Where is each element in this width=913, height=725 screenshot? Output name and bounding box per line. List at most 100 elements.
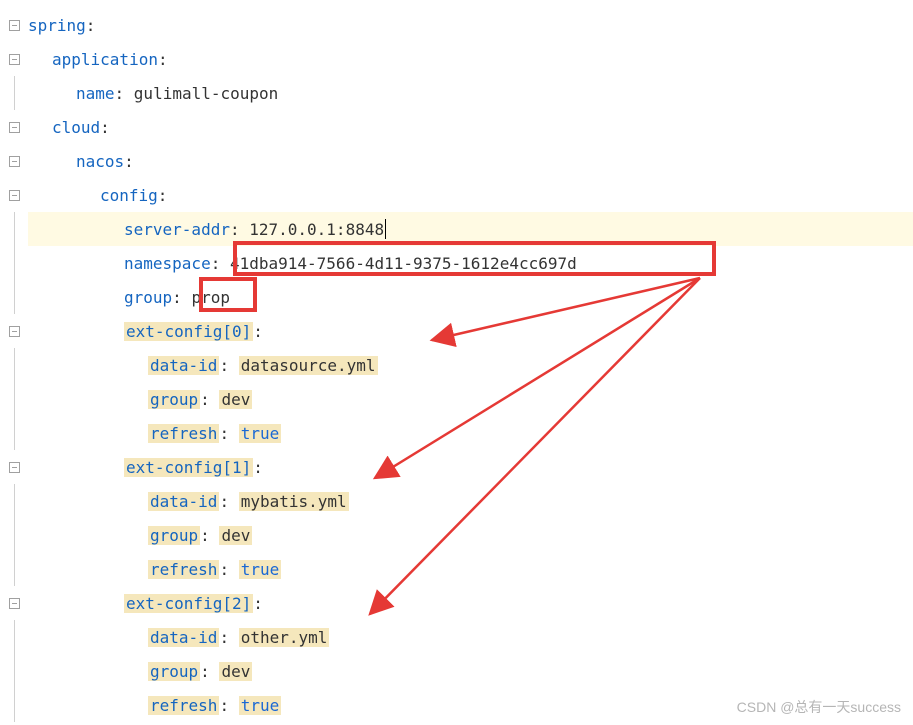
- yaml-colon: :: [219, 492, 238, 511]
- fold-guide: [14, 246, 15, 280]
- code-line[interactable]: refresh: true: [28, 688, 913, 722]
- yaml-colon: :: [200, 390, 219, 409]
- code-line[interactable]: ext-config[2]:: [28, 586, 913, 620]
- fold-guide: [14, 212, 15, 246]
- fold-guide: [14, 382, 15, 416]
- yaml-key: refresh: [148, 696, 219, 715]
- fold-guide: [14, 280, 15, 314]
- yaml-colon: :: [253, 458, 263, 477]
- code-line[interactable]: cloud:: [28, 110, 913, 144]
- yaml-colon: :: [219, 424, 238, 443]
- yaml-key: group: [148, 662, 200, 681]
- yaml-colon: :: [158, 186, 168, 205]
- code-line[interactable]: name: gulimall-coupon: [28, 76, 913, 110]
- yaml-key: application: [52, 50, 158, 69]
- fold-guide: [14, 552, 15, 586]
- yaml-key: data-id: [148, 492, 219, 511]
- code-line[interactable]: nacos:: [28, 144, 913, 178]
- fold-guide: [14, 688, 15, 722]
- code-line[interactable]: data-id: other.yml: [28, 620, 913, 654]
- yaml-colon: :: [219, 696, 238, 715]
- yaml-key: data-id: [148, 628, 219, 647]
- yaml-colon: :: [230, 220, 249, 239]
- yaml-value: 41dba914-7566-4d11-9375-1612e4cc697d: [230, 254, 577, 273]
- fold-icon[interactable]: [9, 156, 20, 167]
- yaml-colon: :: [219, 356, 238, 375]
- yaml-value: dev: [219, 526, 252, 545]
- code-line[interactable]: config:: [28, 178, 913, 212]
- yaml-colon: :: [253, 594, 263, 613]
- code-line[interactable]: refresh: true: [28, 552, 913, 586]
- yaml-key: refresh: [148, 560, 219, 579]
- yaml-key: cloud: [52, 118, 100, 137]
- code-line[interactable]: group: dev: [28, 382, 913, 416]
- fold-icon[interactable]: [9, 598, 20, 609]
- yaml-value: true: [239, 696, 282, 715]
- fold-icon[interactable]: [9, 326, 20, 337]
- yaml-key: spring: [28, 16, 86, 35]
- yaml-colon: :: [219, 628, 238, 647]
- fold-guide: [14, 416, 15, 450]
- code-line[interactable]: data-id: mybatis.yml: [28, 484, 913, 518]
- yaml-colon: :: [200, 662, 219, 681]
- code-line[interactable]: ext-config[0]:: [28, 314, 913, 348]
- code-line[interactable]: group: prop: [28, 280, 913, 314]
- yaml-value: true: [239, 560, 282, 579]
- code-line[interactable]: namespace: 41dba914-7566-4d11-9375-1612e…: [28, 246, 913, 280]
- code-line-current[interactable]: server-addr: 127.0.0.1:8848: [28, 212, 913, 246]
- fold-guide: [14, 620, 15, 654]
- code-line[interactable]: refresh: true: [28, 416, 913, 450]
- yaml-key: server-addr: [124, 220, 230, 239]
- text-cursor: [385, 219, 386, 239]
- yaml-colon: :: [100, 118, 110, 137]
- yaml-key: namespace: [124, 254, 211, 273]
- code-editor[interactable]: spring: application: name: gulimall-coup…: [0, 0, 913, 725]
- fold-icon[interactable]: [9, 190, 20, 201]
- code-line[interactable]: group: dev: [28, 654, 913, 688]
- yaml-value: mybatis.yml: [239, 492, 349, 511]
- yaml-colon: :: [211, 254, 230, 273]
- fold-guide: [14, 484, 15, 518]
- code-area[interactable]: spring: application: name: gulimall-coup…: [28, 0, 913, 725]
- yaml-colon: :: [115, 84, 134, 103]
- yaml-key: ext-config[0]: [124, 322, 253, 341]
- fold-icon[interactable]: [9, 54, 20, 65]
- yaml-key: nacos: [76, 152, 124, 171]
- yaml-colon: :: [200, 526, 219, 545]
- yaml-colon: :: [158, 50, 168, 69]
- yaml-colon: :: [172, 288, 191, 307]
- yaml-colon: :: [219, 560, 238, 579]
- yaml-colon: :: [124, 152, 134, 171]
- yaml-value: dev: [219, 662, 252, 681]
- yaml-key: refresh: [148, 424, 219, 443]
- yaml-key: ext-config[1]: [124, 458, 253, 477]
- yaml-key: group: [124, 288, 172, 307]
- yaml-value: 127.0.0.1:8848: [249, 220, 384, 239]
- yaml-colon: :: [253, 322, 263, 341]
- code-line[interactable]: group: dev: [28, 518, 913, 552]
- yaml-key: config: [100, 186, 158, 205]
- yaml-value: dev: [219, 390, 252, 409]
- fold-guide: [14, 76, 15, 110]
- yaml-key: data-id: [148, 356, 219, 375]
- yaml-colon: :: [86, 16, 96, 35]
- fold-gutter: [0, 0, 28, 725]
- yaml-key: group: [148, 390, 200, 409]
- fold-guide: [14, 654, 15, 688]
- code-line[interactable]: application:: [28, 42, 913, 76]
- code-line[interactable]: data-id: datasource.yml: [28, 348, 913, 382]
- fold-icon[interactable]: [9, 122, 20, 133]
- yaml-key: group: [148, 526, 200, 545]
- code-line[interactable]: ext-config[1]:: [28, 450, 913, 484]
- yaml-value: datasource.yml: [239, 356, 378, 375]
- yaml-key: name: [76, 84, 115, 103]
- fold-icon[interactable]: [9, 462, 20, 473]
- yaml-value: other.yml: [239, 628, 330, 647]
- yaml-key: ext-config[2]: [124, 594, 253, 613]
- fold-icon[interactable]: [9, 20, 20, 31]
- yaml-value: prop: [191, 288, 230, 307]
- fold-guide: [14, 518, 15, 552]
- fold-guide: [14, 348, 15, 382]
- code-line[interactable]: spring:: [28, 8, 913, 42]
- yaml-value: true: [239, 424, 282, 443]
